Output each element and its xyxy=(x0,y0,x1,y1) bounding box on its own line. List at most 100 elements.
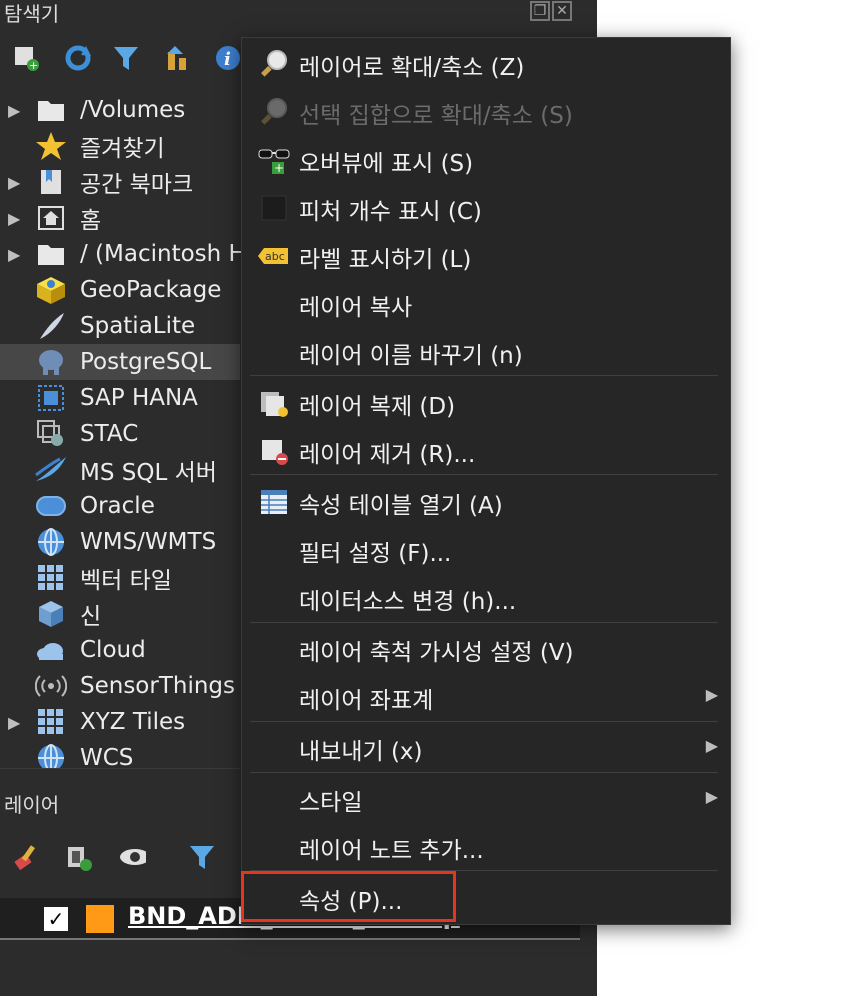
menu-item[interactable]: 레이어로 확대/축소 (Z) xyxy=(242,40,730,88)
menu-item-label: 내보내기 (x) xyxy=(299,739,423,765)
sensor-icon xyxy=(34,670,68,702)
browser-item[interactable]: SpatiaLite xyxy=(0,308,240,344)
glasses-icon: + xyxy=(258,144,290,176)
menu-item-label: 데이터소스 변경 (h)... xyxy=(299,589,517,615)
dock-buttons: ❐ ✕ xyxy=(530,0,574,21)
cloud-icon xyxy=(34,634,68,666)
browser-item-label: 벡터 타일 xyxy=(80,568,172,594)
menu-item[interactable]: + 오버뷰에 표시 (S) xyxy=(242,136,730,184)
svg-text:i: i xyxy=(224,49,231,70)
menu-item-label: 레이어 복제 (D) xyxy=(299,394,456,420)
svg-text:+: + xyxy=(29,59,38,71)
submenu-arrow-icon: ▶ xyxy=(705,787,718,806)
browser-item[interactable]: PostgreSQL xyxy=(0,344,240,380)
browser-item[interactable]: SAP HANA xyxy=(0,380,240,416)
expand-arrow-icon[interactable]: ▶ xyxy=(8,245,22,264)
menu-item[interactable]: 레이어 복제 (D) xyxy=(242,379,730,427)
duplicate-icon xyxy=(258,387,290,419)
zoom-icon xyxy=(258,48,290,80)
browser-item[interactable]: Cloud xyxy=(0,632,240,668)
menu-item[interactable]: 레이어 복사 xyxy=(242,280,730,328)
menu-item[interactable]: 내보내기 (x) ▶ xyxy=(242,724,730,772)
browser-item-label: /Volumes xyxy=(80,97,186,123)
menu-item-label: 레이어 복사 xyxy=(299,295,413,321)
browser-item[interactable]: STAC xyxy=(0,416,240,452)
geopackage-icon xyxy=(34,274,68,306)
browser-item[interactable]: Oracle xyxy=(0,488,240,524)
menu-item-label: 레이어 좌표계 xyxy=(299,688,434,714)
style-brush-icon[interactable] xyxy=(12,844,40,872)
menu-item[interactable]: 레이어 축척 가시성 설정 (V) xyxy=(242,625,730,673)
browser-item[interactable]: WMS/WMTS xyxy=(0,524,240,560)
menu-item-label: 스타일 xyxy=(299,790,363,816)
browser-item-label: 신 xyxy=(80,604,102,630)
menu-item[interactable]: 레이어 좌표계 ▶ xyxy=(242,673,730,721)
expand-arrow-icon[interactable]: ▶ xyxy=(8,173,22,192)
menu-item-label: 라벨 표시하기 (L) xyxy=(299,247,472,273)
refresh-icon[interactable] xyxy=(64,44,92,72)
layers-panel-title-text: 레이어 xyxy=(4,793,60,817)
menu-item[interactable]: 레이어 제거 (R)... xyxy=(242,427,730,475)
browser-item-label: XYZ Tiles xyxy=(80,709,186,735)
checkbox-icon xyxy=(258,192,290,224)
add-group-icon[interactable] xyxy=(64,844,92,872)
browser-item[interactable]: 신 xyxy=(0,596,240,632)
browser-item[interactable]: ▶ / (Macintosh HD) xyxy=(0,236,273,272)
menu-item[interactable]: 필터 설정 (F)... xyxy=(242,526,730,574)
browser-item[interactable]: ▶ /Volumes xyxy=(0,92,240,128)
menu-item[interactable]: 레이어 노트 추가... xyxy=(242,823,730,871)
table-icon xyxy=(258,486,290,518)
remove-layer-icon xyxy=(258,435,290,467)
collapse-icon[interactable] xyxy=(164,44,192,72)
browser-item-label: 즐겨찾기 xyxy=(80,136,165,162)
label-abc-icon: abc xyxy=(258,240,290,272)
browser-item-label: MS SQL 서버 xyxy=(80,460,217,486)
browser-item[interactable]: MS SQL 서버 xyxy=(0,452,240,488)
menu-item[interactable]: 레이어 이름 바꾸기 (n) xyxy=(242,328,730,376)
browser-item[interactable]: ▶ XYZ Tiles xyxy=(0,704,240,740)
filter-icon[interactable] xyxy=(188,844,216,872)
menu-item[interactable]: abc 라벨 표시하기 (L) xyxy=(242,232,730,280)
hana-icon xyxy=(34,382,68,414)
browser-item[interactable]: ▶ 공간 북마크 xyxy=(0,164,240,200)
feather-icon xyxy=(34,310,68,342)
submenu-arrow-icon: ▶ xyxy=(705,736,718,755)
grid-icon xyxy=(34,562,68,594)
browser-panel-title-text: 탐색기 xyxy=(4,2,60,26)
folder-icon xyxy=(34,94,68,126)
menu-item[interactable]: 피처 개수 표시 (C) xyxy=(242,184,730,232)
browser-item-label: Cloud xyxy=(80,637,146,663)
float-icon[interactable]: ❐ xyxy=(530,1,550,21)
filter-icon[interactable] xyxy=(112,44,140,72)
svg-text:+: + xyxy=(274,161,284,175)
grid-icon xyxy=(34,706,68,738)
info-icon[interactable]: i xyxy=(214,44,242,72)
browser-item[interactable]: 즐겨찾기 xyxy=(0,128,240,164)
add-layer-icon[interactable]: + xyxy=(12,44,40,72)
expand-arrow-icon[interactable]: ▶ xyxy=(8,101,22,120)
browser-item-label: SensorThings xyxy=(80,673,236,699)
browser-item-label: 공간 북마크 xyxy=(80,172,194,198)
submenu-arrow-icon: ▶ xyxy=(705,685,718,704)
menu-item[interactable]: 데이터소스 변경 (h)... xyxy=(242,574,730,622)
browser-item[interactable]: SensorThings xyxy=(0,668,240,704)
expand-arrow-icon[interactable]: ▶ xyxy=(8,209,22,228)
browser-item[interactable]: 벡터 타일 xyxy=(0,560,240,596)
menu-item[interactable]: 스타일 ▶ xyxy=(242,775,730,823)
menu-item-label: 레이어로 확대/축소 (Z) xyxy=(299,55,525,81)
menu-item-label: 필터 설정 (F)... xyxy=(299,541,452,567)
menu-item-label: 피처 개수 표시 (C) xyxy=(299,199,482,225)
close-icon[interactable]: ✕ xyxy=(552,1,572,21)
oracle-icon xyxy=(34,490,68,522)
eye-icon[interactable] xyxy=(118,844,146,872)
menu-item-label: 레이어 이름 바꾸기 (n) xyxy=(299,343,523,369)
browser-item[interactable]: ▶ 홈 xyxy=(0,200,240,236)
browser-item-label: STAC xyxy=(80,421,139,447)
menu-item-label: 레이어 제거 (R)... xyxy=(299,442,476,468)
expand-arrow-icon[interactable]: ▶ xyxy=(8,713,22,732)
menu-item[interactable]: 속성 테이블 열기 (A) xyxy=(242,478,730,526)
browser-item[interactable]: GeoPackage xyxy=(0,272,240,308)
menu-separator xyxy=(250,721,718,722)
layer-visibility-checkbox[interactable]: ✓ xyxy=(44,907,68,931)
browser-panel-title: 탐색기 ❐ ✕ xyxy=(0,0,597,26)
